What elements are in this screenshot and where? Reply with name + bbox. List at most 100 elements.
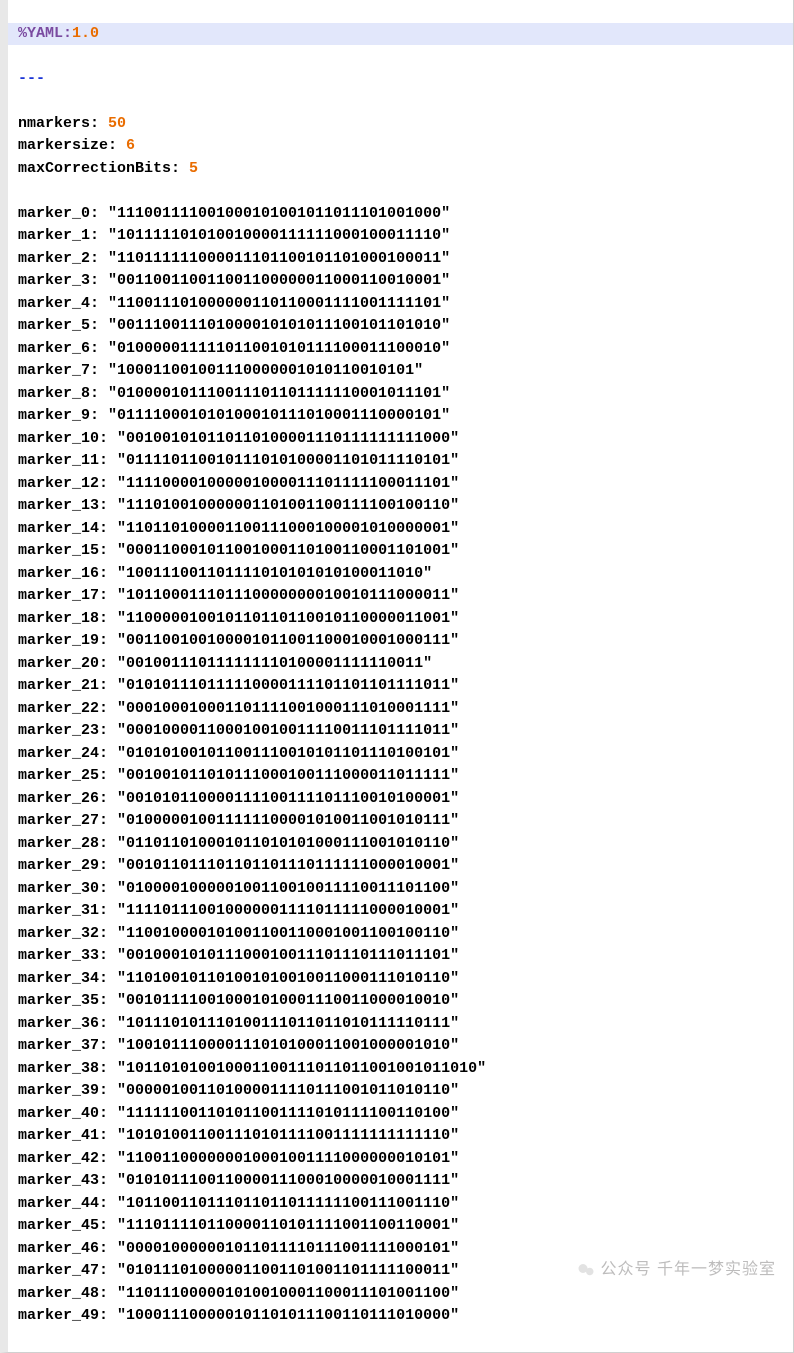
- marker-line: marker_32: "1100100001010011001100010011…: [18, 923, 787, 946]
- marker-value: "010101110011000011100010000010001111": [117, 1172, 459, 1189]
- marker-line: marker_23: "0001000011000100100111100111…: [18, 720, 787, 743]
- marker-line: marker_33: "0010001010111000100111011101…: [18, 945, 787, 968]
- marker-value: "101110101110100111011011010111110111": [117, 1015, 459, 1032]
- marker-line: marker_49: "1000111000001011010111001101…: [18, 1305, 787, 1328]
- marker-line: marker_12: "1111000010000010000111011111…: [18, 473, 787, 496]
- marker-value: "000010000001011011110111001111000101": [117, 1240, 459, 1257]
- marker-key: marker_23:: [18, 722, 117, 739]
- marker-value: "110011000000010001001111000000010101": [117, 1150, 459, 1167]
- marker-line: marker_18: "1100000100101101101100101100…: [18, 608, 787, 631]
- marker-key: marker_33:: [18, 947, 117, 964]
- marker-value: "001001010110110100001110111111111000": [117, 430, 459, 447]
- meta-value: 50: [108, 115, 126, 132]
- marker-value: "100111001101111010101010100011010": [117, 565, 432, 582]
- marker-key: marker_30:: [18, 880, 117, 897]
- yaml-directive-version: 1.0: [72, 25, 99, 42]
- marker-value: "111011110110000110101111001100110001": [117, 1217, 459, 1234]
- marker-value: "010101001011001110010101101110100101": [117, 745, 459, 762]
- marker-key: marker_15:: [18, 542, 117, 559]
- marker-key: marker_38:: [18, 1060, 117, 1077]
- marker-value: "110111000001010010001100011101001100": [117, 1285, 459, 1302]
- marker-value: "001001110111111110100001111110011": [117, 655, 432, 672]
- marker-key: marker_2:: [18, 250, 108, 267]
- marker-value: "010000011111011001010111100011100010": [108, 340, 450, 357]
- marker-line: marker_45: "1110111101100001101011110011…: [18, 1215, 787, 1238]
- markers-section: marker_0: "11100111100100010100101101110…: [18, 203, 787, 1328]
- marker-line: marker_43: "0101011100110000111000100000…: [18, 1170, 787, 1193]
- marker-value: "100011100000101101011100110111010000": [117, 1307, 459, 1324]
- marker-line: marker_47: "0101110100000110011010011011…: [18, 1260, 787, 1283]
- marker-line: marker_16: "1001110011011110101010101000…: [18, 563, 787, 586]
- meta-key: maxCorrectionBits:: [18, 160, 189, 177]
- marker-key: marker_36:: [18, 1015, 117, 1032]
- marker-line: marker_39: "0000010011010000111101110010…: [18, 1080, 787, 1103]
- marker-key: marker_34:: [18, 970, 117, 987]
- marker-value: "001100110011001100000011000110010001": [108, 272, 450, 289]
- marker-key: marker_1:: [18, 227, 108, 244]
- meta-section: nmarkers: 50 markersize: 6 maxCorrectionBi…: [18, 113, 787, 181]
- marker-value: "011011010001011010101000111001010110": [117, 835, 459, 852]
- marker-line: marker_25: "0010010110101110001001110000…: [18, 765, 787, 788]
- marker-value: "001100100100001011001100010001000111": [117, 632, 459, 649]
- marker-line: marker_2: "11011111100001110110010110100…: [18, 248, 787, 271]
- marker-value: "101111101010010000111111000100011110": [108, 227, 450, 244]
- marker-key: marker_45:: [18, 1217, 117, 1234]
- marker-value: "110100101101001010010011000111010110": [117, 970, 459, 987]
- marker-value: "110010000101001100110001001100100110": [117, 925, 459, 942]
- marker-line: marker_38: "1011010100100011001110110110…: [18, 1058, 787, 1081]
- marker-value: "100011001001110000001010110010101": [108, 362, 423, 379]
- marker-line: marker_3: "00110011001100110000001100011…: [18, 270, 787, 293]
- marker-value: "101101010010001100111011011001001011010…: [117, 1060, 486, 1077]
- marker-key: marker_20:: [18, 655, 117, 672]
- marker-line: marker_4: "11001110100000011011000111100…: [18, 293, 787, 316]
- marker-key: marker_3:: [18, 272, 108, 289]
- marker-line: marker_13: "1110100100000011010011001111…: [18, 495, 787, 518]
- marker-line: marker_14: "1101101000011001110001000010…: [18, 518, 787, 541]
- marker-line: marker_1: "10111110101001000011111100010…: [18, 225, 787, 248]
- meta-key: markersize:: [18, 137, 126, 154]
- marker-line: marker_35: "0010111100100010100011100110…: [18, 990, 787, 1013]
- marker-value: "000001001101000011110111001011010110": [117, 1082, 459, 1099]
- marker-line: marker_11: "0111101100101110101000011010…: [18, 450, 787, 473]
- marker-value: "000100010001101111001000111010001111": [117, 700, 459, 717]
- marker-key: marker_46:: [18, 1240, 117, 1257]
- marker-line: marker_41: "1010100110011101011110011111…: [18, 1125, 787, 1148]
- marker-value: "000100001100010010011110011101111011": [117, 722, 459, 739]
- meta-key: nmarkers:: [18, 115, 108, 132]
- marker-key: marker_39:: [18, 1082, 117, 1099]
- marker-key: marker_42:: [18, 1150, 117, 1167]
- marker-key: marker_44:: [18, 1195, 117, 1212]
- marker-key: marker_6:: [18, 340, 108, 357]
- marker-line: marker_10: "0010010101101101000011101111…: [18, 428, 787, 451]
- marker-line: marker_8: "01000010111001110110111111000…: [18, 383, 787, 406]
- yaml-directive-line: %YAML:1.0: [8, 23, 793, 46]
- marker-key: marker_29:: [18, 857, 117, 874]
- marker-value: "110110100001100111000100001010000001": [117, 520, 459, 537]
- marker-key: marker_7:: [18, 362, 108, 379]
- marker-line: marker_0: "11100111100100010100101101110…: [18, 203, 787, 226]
- yaml-directive-key: %YAML:: [18, 25, 72, 42]
- marker-key: marker_14:: [18, 520, 117, 537]
- marker-key: marker_16:: [18, 565, 117, 582]
- marker-line: marker_19: "0011001001000010110011000100…: [18, 630, 787, 653]
- marker-value: "000110001011001000110100110001101001": [117, 542, 459, 559]
- marker-key: marker_22:: [18, 700, 117, 717]
- marker-key: marker_47:: [18, 1262, 117, 1279]
- marker-key: marker_43:: [18, 1172, 117, 1189]
- marker-key: marker_40:: [18, 1105, 117, 1122]
- marker-value: "010000100000100110010011110011101100": [117, 880, 459, 897]
- meta-value: 6: [126, 137, 135, 154]
- marker-line: marker_7: "10001100100111000000101011001…: [18, 360, 787, 383]
- marker-key: marker_25:: [18, 767, 117, 784]
- marker-line: marker_17: "1011000111011100000000100101…: [18, 585, 787, 608]
- marker-value: "010101110111110000111101101101111011": [117, 677, 459, 694]
- marker-value: "010000101110011101101111110001011101": [108, 385, 450, 402]
- marker-line: marker_40: "1111110011010110011110101111…: [18, 1103, 787, 1126]
- marker-key: marker_0:: [18, 205, 108, 222]
- marker-line: marker_37: "1001011100001110101000110010…: [18, 1035, 787, 1058]
- marker-line: marker_31: "1111011100100000011110111110…: [18, 900, 787, 923]
- marker-value: "101010011001110101111001111111111110": [117, 1127, 459, 1144]
- marker-value: "001011110010001010001110011000010010": [117, 992, 459, 1009]
- marker-key: marker_18:: [18, 610, 117, 627]
- marker-key: marker_49:: [18, 1307, 117, 1324]
